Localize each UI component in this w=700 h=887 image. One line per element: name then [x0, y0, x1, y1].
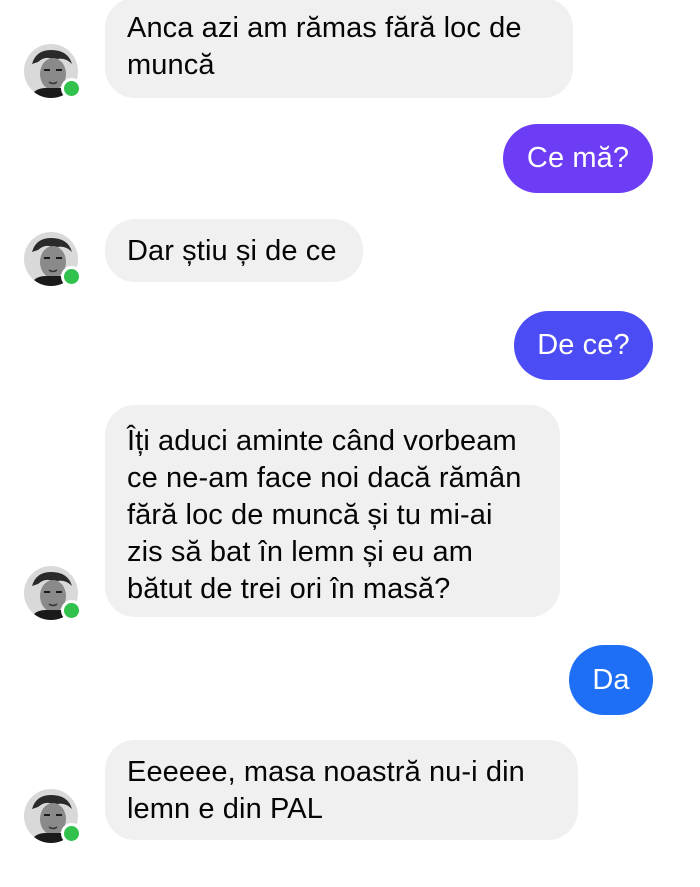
online-status-dot	[61, 78, 82, 99]
message-line: Dar știu și de ce	[127, 235, 337, 267]
contact-avatar[interactable]	[24, 566, 82, 621]
online-status-dot	[61, 600, 82, 621]
contact-avatar[interactable]	[24, 44, 82, 99]
message-line: zis să bat în lemn și eu am	[127, 536, 474, 568]
message-line: Îți aduci aminte când vorbeam	[127, 425, 517, 457]
outgoing-message[interactable]: De ce?	[514, 311, 653, 380]
message-line: Anca azi am rămas fără loc de	[127, 12, 522, 44]
message-line: bătut de trei ori în masă?	[127, 573, 451, 605]
contact-avatar[interactable]	[24, 789, 82, 844]
message-text: Ce mă?	[526, 142, 630, 174]
message-line: fără loc de muncă și tu mi-ai	[127, 499, 493, 531]
incoming-message[interactable]: Anca azi am rămas fără loc de muncă	[105, 0, 573, 98]
online-status-dot	[61, 823, 82, 844]
contact-avatar[interactable]	[24, 232, 82, 287]
message-line: ce ne-am face noi dacă rămân	[127, 462, 522, 494]
message-text: De ce?	[537, 329, 630, 361]
online-status-dot	[61, 266, 82, 287]
outgoing-message[interactable]: Da	[569, 645, 653, 715]
message-line: muncă	[127, 49, 215, 81]
message-line: lemn e din PAL	[127, 793, 323, 825]
outgoing-message[interactable]: Ce mă?	[503, 124, 653, 193]
incoming-message[interactable]: Dar știu și de ce	[105, 219, 363, 282]
chat-thread: Anca azi am rămas fără loc de muncă Ce m…	[0, 0, 700, 887]
incoming-message[interactable]: Eeeeee, masa noastră nu-i din lemn e din…	[105, 740, 578, 840]
message-line: Eeeeee, masa noastră nu-i din	[127, 756, 525, 788]
message-text: Da	[592, 663, 630, 696]
incoming-message[interactable]: Îți aduci aminte când vorbeam ce ne-am f…	[105, 405, 560, 617]
